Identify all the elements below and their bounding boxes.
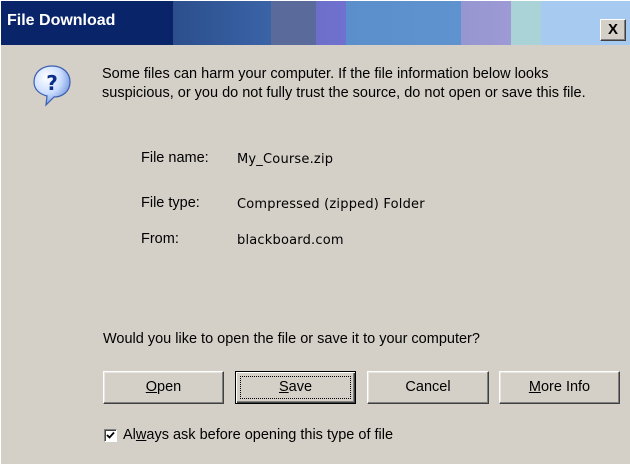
save-button[interactable]: Save [235, 371, 356, 404]
file-name-label: File name: [141, 150, 209, 166]
from-value: blackboard.com [237, 233, 344, 248]
open-or-save-question: Would you like to open the file or save … [103, 331, 480, 347]
save-button-label: Save [278, 379, 313, 395]
always-ask-label[interactable]: Always ask before opening this type of f… [123, 427, 393, 443]
window-title: File Download [7, 12, 116, 29]
question-icon: ? [33, 65, 71, 107]
close-button[interactable]: X [600, 19, 626, 41]
file-type-value: Compressed (zipped) Folder [237, 197, 425, 212]
close-icon: X [607, 21, 618, 38]
cancel-button[interactable]: Cancel [367, 371, 489, 404]
title-bar[interactable]: File Download X [1, 1, 630, 45]
more-info-button-label: More Info [528, 379, 591, 395]
open-button-label: Open [145, 379, 182, 395]
file-download-dialog: File Download X ? Some files can harm yo… [0, 0, 630, 464]
warning-message: Some files can harm your computer. If th… [102, 66, 586, 101]
file-type-label: File type: [141, 195, 200, 211]
always-ask-checkbox[interactable] [104, 429, 117, 442]
file-name-value: My_Course.zip [237, 152, 334, 167]
checkmark-icon [106, 431, 115, 439]
open-button[interactable]: Open [103, 371, 224, 404]
from-label: From: [141, 231, 179, 247]
cancel-button-label: Cancel [405, 379, 451, 395]
svg-text:?: ? [46, 71, 58, 95]
more-info-button[interactable]: More Info [499, 371, 620, 404]
